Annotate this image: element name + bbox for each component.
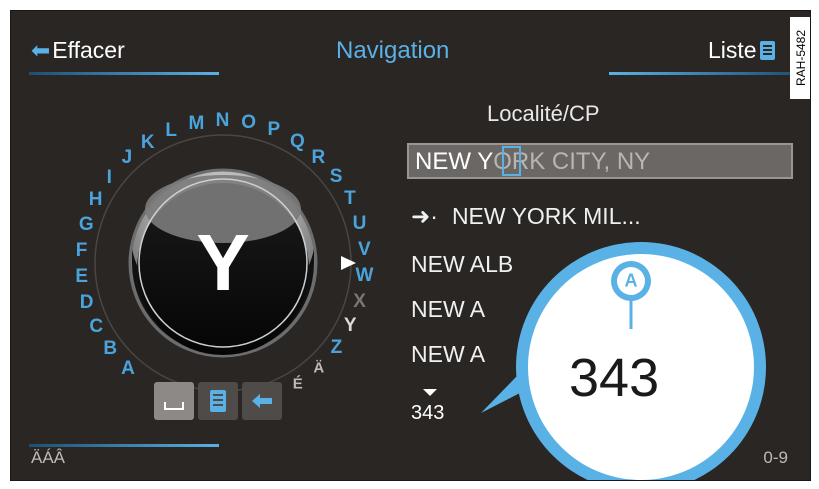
umlaut-button[interactable]: ÄÁÂ xyxy=(31,448,65,468)
marker-label: A xyxy=(624,270,638,291)
numbers-button[interactable]: 0-9 xyxy=(763,448,788,468)
navigation-screen: ⬅Effacer Navigation Liste RAH-5482 Y ABC… xyxy=(10,10,811,481)
callout-value: 343 xyxy=(569,348,660,408)
callout-overlay xyxy=(481,242,766,480)
bottom-left-underline xyxy=(29,444,219,447)
